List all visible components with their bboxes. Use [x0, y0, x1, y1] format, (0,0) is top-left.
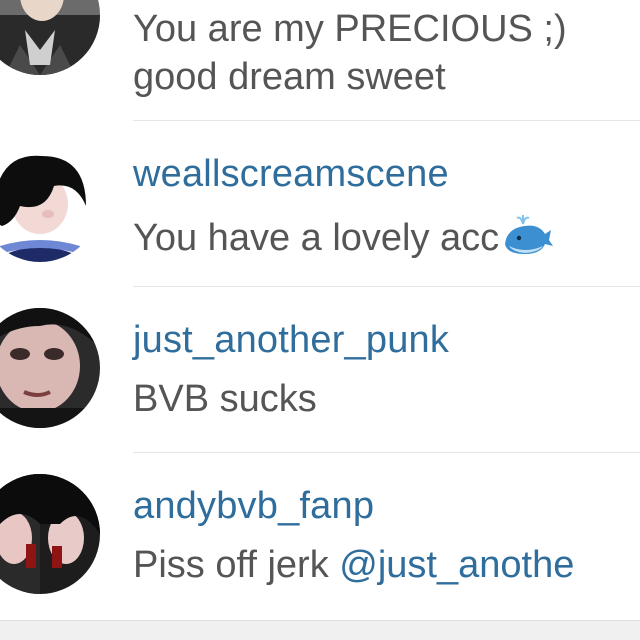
- comment-username[interactable]: weallscreamscene: [133, 155, 449, 193]
- avatar[interactable]: [0, 0, 100, 75]
- comment-item: just_another_punk BVB sucks: [0, 287, 640, 453]
- user-avatar-icon: [0, 308, 100, 428]
- comment-username[interactable]: andybvb_fanp: [133, 487, 374, 525]
- comment-text: BVB sucks: [133, 378, 317, 420]
- comment-username[interactable]: just_another_punk: [133, 321, 449, 359]
- user-avatar-icon: [0, 0, 100, 75]
- user-avatar-icon: [0, 474, 100, 594]
- avatar[interactable]: [0, 474, 100, 594]
- comment-text: You have a lovely acc: [133, 214, 554, 265]
- mention-link[interactable]: @just_anothe: [339, 544, 574, 586]
- comment-body: Piss off jerk: [133, 544, 340, 586]
- whale-icon: [501, 214, 554, 265]
- bottom-bar: [0, 620, 640, 640]
- comment-item: andybvb_fanp Piss off jerk @just_anothe: [0, 453, 640, 619]
- comments-screen: You are my PRECIOUS ;) good dream sweet …: [0, 0, 640, 640]
- comment-body: You have a lovely acc: [133, 217, 500, 259]
- comment-text: good dream sweet: [133, 56, 446, 98]
- avatar[interactable]: [0, 142, 100, 262]
- user-avatar-icon: [0, 142, 100, 262]
- comment-item: You are my PRECIOUS ;) good dream sweet: [0, 0, 640, 121]
- comment-text: Piss off jerk @just_anothe: [133, 546, 574, 584]
- comment-text: You are my PRECIOUS ;): [133, 8, 567, 50]
- avatar[interactable]: [0, 308, 100, 428]
- comment-item: weallscreamscene You have a lovely acc: [0, 121, 640, 287]
